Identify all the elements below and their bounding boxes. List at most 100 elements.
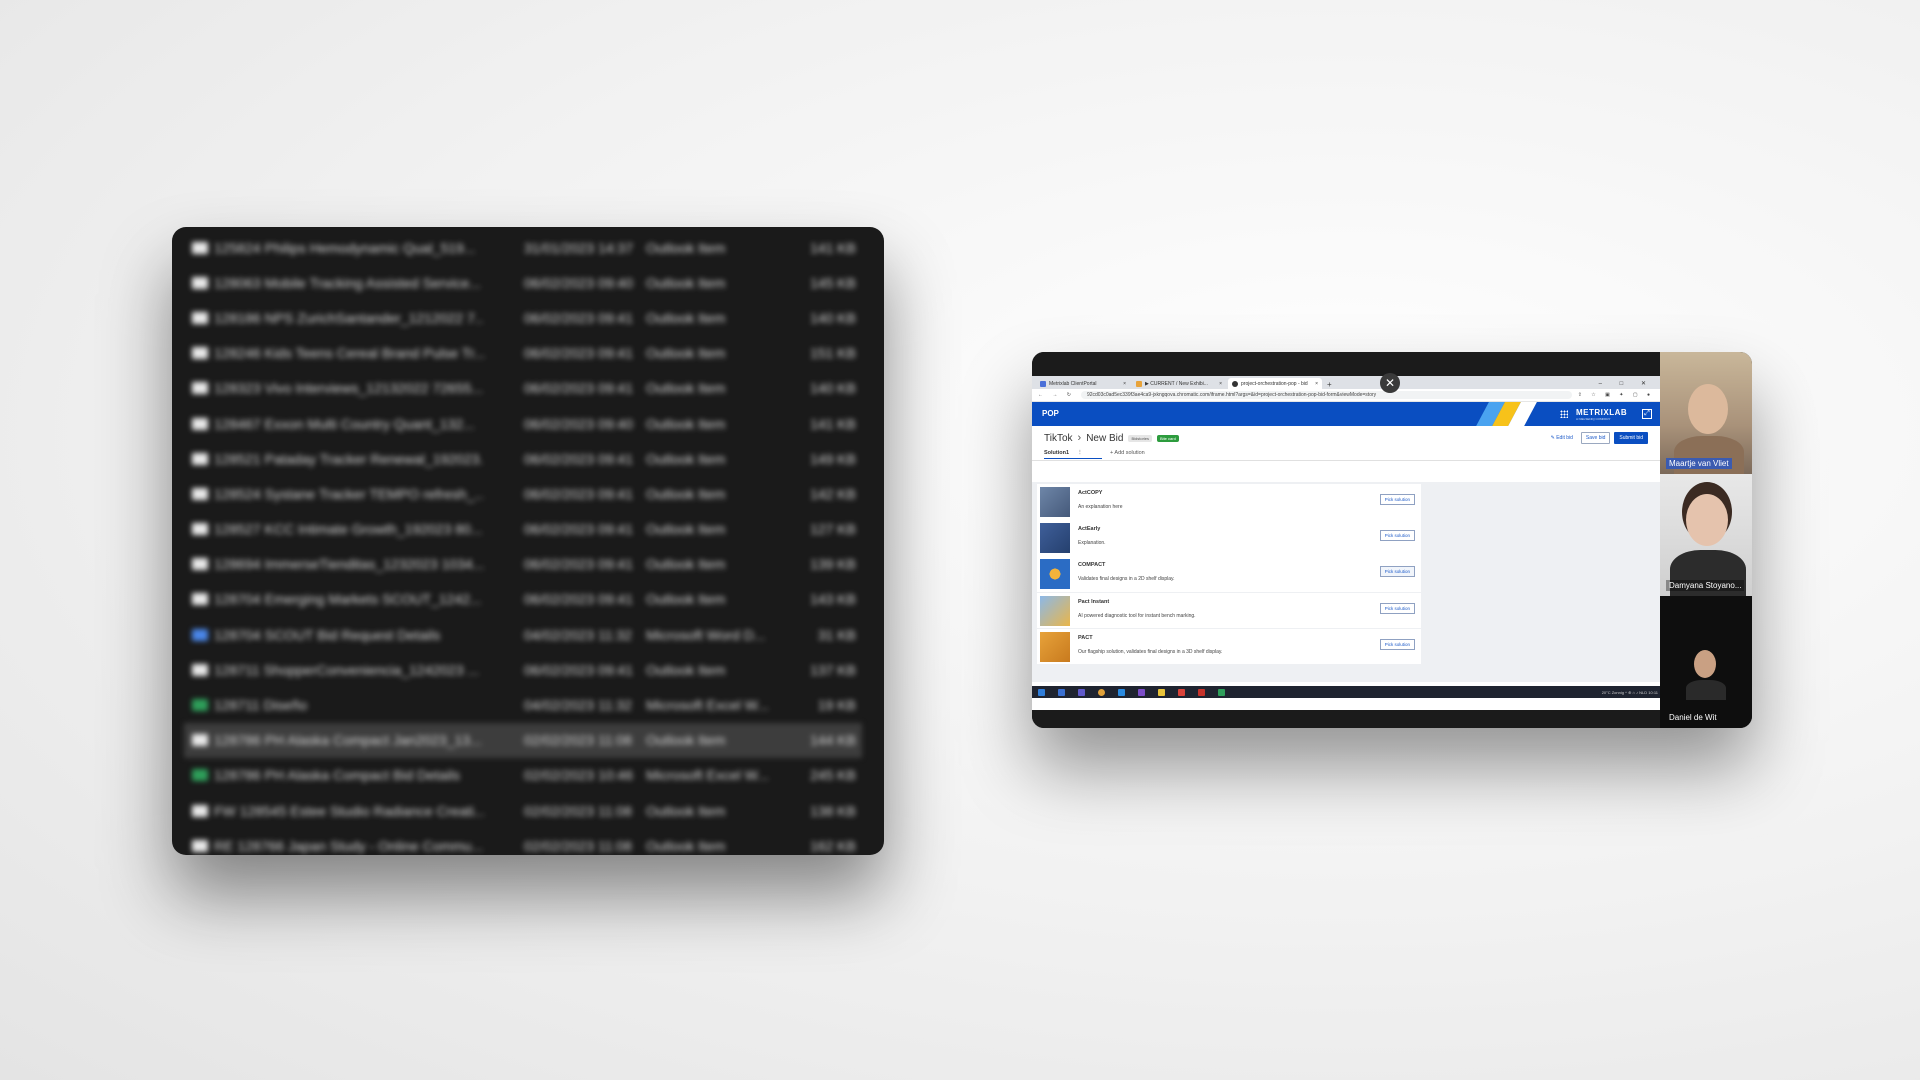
file-type: Microsoft Word D...	[646, 626, 766, 643]
nav-arrows-icon[interactable]: ← → ↻	[1038, 392, 1075, 398]
file-row[interactable]: 128711 Diseño 04/02/2023 11:32 Microsoft E…	[172, 687, 884, 722]
browser-tab[interactable]: ▶ CURRENT / New Exhibi... ×	[1132, 378, 1226, 389]
browser-tab[interactable]: Metrixlab ClientPortal ×	[1036, 378, 1130, 389]
file-row[interactable]: 128704 SCOUT Bid Request Details 04/02/20…	[172, 617, 884, 652]
file-row[interactable]: RE 128766 Japan Study - Online Commu... 0…	[172, 828, 884, 855]
file-name: 128527 KCC Intimate Growth_192023 80...	[214, 521, 483, 538]
pick-solution-button[interactable]: Pick solution	[1379, 494, 1415, 505]
file-date: 06/02/2023 09:41	[524, 345, 633, 362]
pick-solution-button[interactable]: Pick solution	[1379, 530, 1415, 542]
file-type: Outlook Item	[646, 802, 726, 819]
bid-actions: ✎ Edit bid Save bid Submit bid	[1551, 432, 1648, 444]
file-size: 139 KB	[810, 556, 856, 573]
file-size: 162 KB	[810, 837, 856, 854]
app-brand[interactable]: POP	[1042, 409, 1059, 418]
close-tab-icon[interactable]: ×	[1120, 381, 1126, 387]
mail-icon	[192, 523, 208, 536]
solution-list: ActCOPY An explanation here Pick solution A…	[1037, 484, 1421, 665]
participant-name: Maartje van Vliet	[1666, 458, 1732, 469]
explorer-icon[interactable]	[1158, 688, 1165, 696]
teams-icon[interactable]	[1078, 688, 1085, 696]
submit-bid-button[interactable]: Submit bid	[1614, 432, 1648, 444]
file-date: 06/02/2023 09:41	[524, 556, 633, 573]
file-row[interactable]: 128704 Emerging Markets SCOUT_1242... 06/…	[172, 582, 884, 617]
bid-header: TikTok › New Bid Bidstories Bite card ✎ …	[1032, 426, 1660, 446]
participant-tile[interactable]: Daniel de Wit	[1660, 596, 1752, 728]
file-row[interactable]: 128467 Exxon Multi Country Quant_132... 0…	[172, 406, 884, 441]
close-icon[interactable]: ✕	[1380, 373, 1400, 393]
save-bid-button[interactable]: Save bid	[1580, 432, 1611, 444]
mail-icon	[192, 734, 208, 747]
file-type: Outlook Item	[646, 239, 726, 256]
solution-description: Validates final designs in a 2D shelf di…	[1078, 576, 1175, 583]
file-row[interactable]: 128246 Kids Teens Cereal Brand Pulse Tr.…	[172, 336, 884, 371]
expand-icon[interactable]: ⤢	[1642, 409, 1652, 419]
file-row[interactable]: 128186 NPS ZurichSantander_1212022 7... 0…	[172, 300, 884, 335]
onenote-icon[interactable]	[1138, 688, 1145, 696]
mail-icon	[192, 593, 208, 606]
file-row[interactable]: 128521 Pataday Tracker Renewal_192023...…	[172, 441, 884, 476]
window-controls[interactable]: ‒ □ ✕	[1599, 380, 1660, 389]
page-title: New Bid	[1086, 432, 1124, 444]
participant-tile[interactable]: Damyana Stoyano...	[1660, 474, 1752, 596]
powerpoint-icon[interactable]	[1178, 688, 1185, 696]
excel-icon[interactable]	[1218, 688, 1225, 696]
pick-solution-button[interactable]: Pick solution	[1379, 566, 1415, 578]
tab-favicon-icon	[1232, 380, 1238, 387]
new-tab-icon[interactable]: +	[1327, 380, 1332, 389]
file-row[interactable]: 128694 ImmerseTienditas_1232023 1034... 0…	[172, 547, 884, 582]
add-solution-button[interactable]: + Add solution	[1110, 450, 1145, 456]
extension-icons[interactable]: ⇪ ☆ ▣ ✦ ▢ ●	[1578, 392, 1654, 398]
solution-thumbnail-icon	[1040, 559, 1070, 590]
tab-favicon-icon	[1136, 380, 1142, 387]
more-options-icon[interactable]: ⋮	[1077, 450, 1083, 456]
file-name: 128704 Emerging Markets SCOUT_1242...	[214, 591, 482, 608]
chrome-icon[interactable]	[1098, 688, 1105, 696]
breadcrumb-client[interactable]: TikTok	[1044, 433, 1073, 444]
mail-icon	[192, 241, 208, 254]
close-tab-icon[interactable]: ×	[1312, 381, 1318, 387]
file-size: 245 KB	[810, 767, 856, 784]
file-date: 02/02/2023 11:08	[524, 732, 632, 749]
close-tab-icon[interactable]: ×	[1216, 381, 1222, 387]
file-date: 06/02/2023 09:40	[524, 274, 633, 291]
file-row[interactable]: 128524 Systane Tracker TEMPO refresh_...…	[172, 476, 884, 511]
file-date: 06/02/2023 09:41	[524, 661, 633, 678]
url-field[interactable]: 92cd03c0ad5ec339f3ae4ca9-jxkngqova.chrom…	[1080, 391, 1572, 399]
file-type: Outlook Item	[646, 661, 726, 678]
solution-name: PACT	[1078, 634, 1093, 641]
mail-icon	[192, 452, 208, 465]
solution-name: COMPACT	[1078, 562, 1106, 569]
file-row[interactable]: 128527 KCC Intimate Growth_192023 80... 0…	[172, 512, 884, 547]
file-date: 04/02/2023 11:32	[524, 626, 632, 643]
acrobat-icon[interactable]	[1198, 688, 1205, 696]
start-icon[interactable]	[1038, 688, 1045, 696]
solution-card: ActCOPY An explanation here Pick solution	[1037, 484, 1421, 520]
system-tray[interactable]: 20°C Zonnig ^ ⊕ ⌂ ♪ NLD 10:11	[1602, 690, 1666, 695]
solution-name: Pact Instant	[1078, 598, 1110, 605]
taskbar-app-icon[interactable]	[1058, 688, 1065, 696]
file-row[interactable]: 125824 Philips Hemodynamic Qual_519... 31…	[172, 230, 884, 265]
file-row[interactable]: FW 128545 Estee Studio Radiance Creati..…	[172, 793, 884, 828]
solution-thumbnail-icon	[1040, 487, 1070, 517]
apps-grid-icon[interactable]	[1560, 410, 1568, 418]
file-date: 04/02/2023 11:32	[524, 697, 632, 714]
outlook-icon[interactable]	[1118, 688, 1125, 696]
file-row[interactable]: 128786 PH Alaska Compact Jan2023_13... 02…	[184, 722, 862, 758]
file-row[interactable]: 128063 Mobile Tracking Assisted Service.…	[172, 265, 884, 300]
participant-tile[interactable]: Maartje van Vliet	[1660, 352, 1752, 474]
file-size: 143 KB	[810, 591, 856, 608]
file-size: 137 KB	[810, 661, 856, 678]
pick-solution-button[interactable]: Pick solution	[1379, 602, 1415, 614]
file-row[interactable]: 128711 ShopperConveniencia_1242023 ... 06…	[172, 652, 884, 687]
browser-tab-active[interactable]: project-orchestration-pop - bid ×	[1228, 378, 1322, 389]
file-row[interactable]: 128786 PH Alaska Compact Bid Details 02/0…	[172, 758, 884, 793]
file-row[interactable]: 128323 Vivo Interviews_12132022 72655...…	[172, 371, 884, 406]
tab-solution[interactable]: Solution1 ⋮	[1044, 450, 1102, 459]
file-size: 149 KB	[810, 450, 856, 467]
word-icon	[192, 628, 208, 641]
main-content: ActCOPY An explanation here Pick solution A…	[1032, 482, 1660, 682]
edit-bid-button[interactable]: ✎ Edit bid	[1551, 435, 1573, 441]
solution-name: ActEarly	[1078, 526, 1101, 533]
pick-solution-button[interactable]: Pick solution	[1379, 638, 1415, 650]
